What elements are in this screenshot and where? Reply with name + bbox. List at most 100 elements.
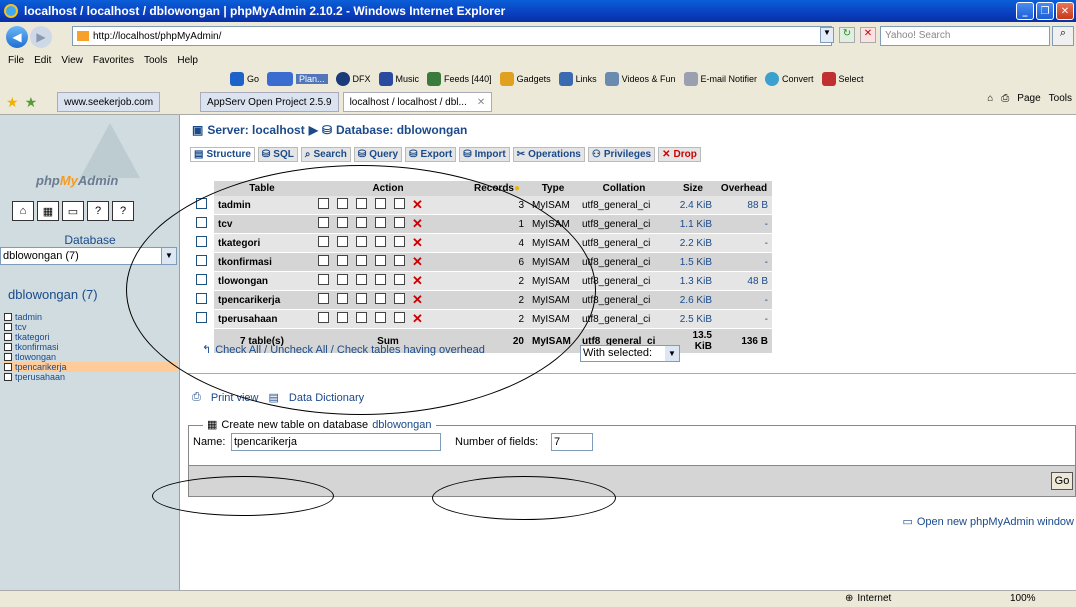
pma-favicon-icon (77, 31, 89, 41)
toolbar-gadgets[interactable]: Gadgets (499, 72, 551, 86)
row-size[interactable]: 1.3 KiB (670, 271, 716, 291)
toolbar-feeds[interactable]: Feeds [440] (427, 72, 492, 86)
name-label: Name: (193, 436, 226, 448)
videos-icon (604, 72, 619, 86)
row-overhead[interactable]: - (716, 214, 772, 234)
col-overhead: Overhead (716, 181, 772, 196)
search-input[interactable]: Yahoo! Search (880, 26, 1050, 46)
menu-help[interactable]: Help (177, 55, 198, 66)
add-favorites-icon[interactable]: ★ (25, 94, 38, 111)
tab-privileges[interactable]: ⚇ Privileges (587, 147, 656, 162)
toolbar-go[interactable]: Go (230, 72, 259, 86)
row-overhead[interactable]: - (716, 290, 772, 310)
menu-favorites[interactable]: Favorites (93, 55, 134, 66)
database-title[interactable]: dblowongan (7) (8, 287, 98, 302)
forward-button[interactable]: ▶ (30, 26, 52, 48)
sql-icon[interactable]: ▭ (62, 201, 84, 221)
row-size[interactable]: 2.4 KiB (670, 196, 716, 215)
menu-edit[interactable]: Edit (34, 55, 51, 66)
docs-sql-icon[interactable]: ? (112, 201, 134, 221)
page-menu[interactable]: Page (1017, 93, 1040, 104)
num-fields-label: Number of fields: (455, 436, 539, 448)
breadcrumb-server[interactable]: Server: localhost (207, 123, 304, 137)
print-icon[interactable]: ⎙ (1001, 93, 1009, 104)
left-table-item[interactable]: tlowongan (4, 352, 178, 362)
tab-close-icon[interactable]: ✕ (477, 97, 485, 108)
row-overhead[interactable]: 48 B (716, 271, 772, 291)
zone-indicator[interactable]: ⊕ Internet (845, 593, 891, 604)
row-overhead[interactable]: - (716, 309, 772, 329)
phpmyadmin-logo[interactable]: phpMyAdmin (20, 123, 140, 193)
stop-button[interactable]: ✕ (860, 27, 876, 43)
favorites-star-icon[interactable]: ★ (6, 94, 19, 111)
breadcrumb-arrow: ▶ (308, 123, 318, 137)
create-db-link[interactable]: dblowongan (372, 419, 431, 431)
sql-icon: ⛁ (261, 149, 271, 160)
tab-structure[interactable]: ▤ Structure (190, 147, 255, 162)
num-fields-input[interactable]: 7 (551, 433, 593, 451)
with-selected-select[interactable]: With selected: ▼ (580, 345, 680, 362)
toolbar-email[interactable]: E-mail Notifier (683, 72, 757, 86)
tab-import[interactable]: ⛁ Import (459, 147, 510, 162)
menu-file[interactable]: File (8, 55, 24, 66)
table-name-input[interactable]: tpencarikerja (231, 433, 441, 451)
row-size[interactable]: 2.6 KiB (670, 290, 716, 310)
row-collation: utf8_general_ci (578, 196, 670, 215)
tab-sql[interactable]: ⛁ SQL (257, 147, 298, 162)
window-title: localhost / localhost / dblowongan | php… (24, 4, 506, 18)
gadgets-icon (499, 72, 514, 86)
address-dropdown-button[interactable]: ▼ (820, 27, 834, 43)
drop-icon: ✕ (662, 149, 671, 160)
toolbar-convert[interactable]: Convert (765, 72, 814, 86)
query-window-icon[interactable]: ▦ (37, 201, 59, 221)
back-button[interactable]: ◀ (6, 26, 28, 48)
left-table-item[interactable]: tperusahaan (4, 372, 178, 382)
toolbar-dfx[interactable]: DFX (335, 72, 371, 86)
address-url: http://localhost/phpMyAdmin/ (93, 30, 222, 42)
info-icon[interactable]: ● (514, 183, 520, 194)
go-button[interactable]: Go (1051, 472, 1073, 490)
tab-seekerjob[interactable]: www.seekerjob.com (57, 92, 161, 112)
row-overhead[interactable]: 88 B (716, 196, 772, 215)
table-icon (4, 333, 12, 341)
close-button[interactable]: ✕ (1056, 2, 1074, 20)
minimize-button[interactable]: _ (1016, 2, 1034, 20)
menu-view[interactable]: View (61, 55, 83, 66)
address-bar[interactable]: http://localhost/phpMyAdmin/ (72, 26, 832, 46)
go-icon (230, 72, 244, 86)
row-overhead[interactable]: - (716, 233, 772, 253)
globe-icon: ⊕ (845, 593, 854, 604)
home-icon[interactable]: ⌂ (987, 93, 993, 104)
maximize-button[interactable]: ❐ (1036, 2, 1054, 20)
dfx-icon (335, 72, 350, 86)
left-frame: phpMyAdmin ⌂ ▦ ▭ ? ? Database dblowongan… (0, 115, 180, 591)
tab-appserv[interactable]: AppServ Open Project 2.5.9 (200, 92, 339, 112)
tab-localhost[interactable]: localhost / localhost / dbl... ✕ (342, 92, 493, 112)
tab-operations[interactable]: ✂ Operations (512, 147, 585, 162)
left-table-item-selected[interactable]: tpencarikerja (4, 362, 178, 372)
breadcrumb-database[interactable]: Database: dblowongan (336, 123, 467, 137)
toolbar-videos[interactable]: Videos & Fun (604, 72, 676, 86)
new-window-link[interactable]: Open new phpMyAdmin window (917, 516, 1074, 528)
tab-search[interactable]: ⌕ Search (300, 147, 351, 162)
tools-menu[interactable]: Tools (1049, 93, 1072, 104)
refresh-button[interactable]: ↻ (839, 27, 855, 43)
row-size[interactable]: 2.2 KiB (670, 233, 716, 253)
toolbar-plan[interactable]: Plan... (267, 72, 328, 86)
toolbar-select[interactable]: Select (821, 72, 864, 86)
search-icon[interactable]: ⌕ (1052, 26, 1074, 46)
tab-query[interactable]: ⛁ Query (353, 147, 403, 162)
status-bar: ⊕ Internet 100% (0, 590, 1076, 607)
row-overhead[interactable]: - (716, 252, 772, 272)
toolbar-links[interactable]: Links (558, 72, 597, 86)
row-size[interactable]: 2.5 KiB (670, 309, 716, 329)
zoom-level[interactable]: 100% (1010, 593, 1036, 604)
tab-export[interactable]: ⛁ Export (405, 147, 457, 162)
row-size[interactable]: 1.5 KiB (670, 252, 716, 272)
docs-icon[interactable]: ? (87, 201, 109, 221)
tab-drop[interactable]: ✕ Drop (658, 147, 701, 162)
toolbar-music[interactable]: Music (378, 72, 419, 86)
home-icon[interactable]: ⌂ (12, 201, 34, 221)
row-size[interactable]: 1.1 KiB (670, 214, 716, 234)
menu-tools[interactable]: Tools (144, 55, 167, 66)
